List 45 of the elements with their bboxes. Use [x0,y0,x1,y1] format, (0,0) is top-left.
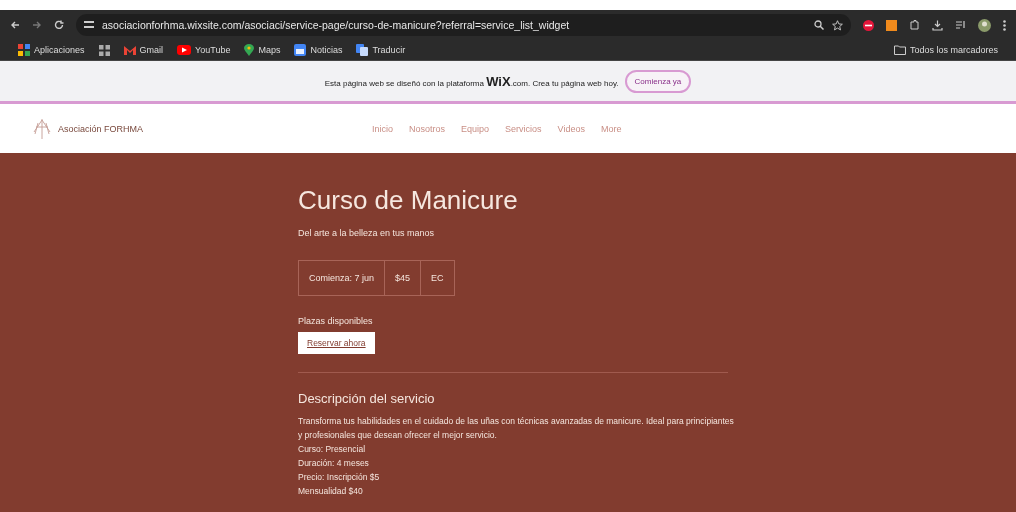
bookmark[interactable]: Gmail [123,45,164,55]
menu-icon[interactable] [1003,19,1006,31]
section-heading: Descripción del servicio [298,391,436,406]
service-title: Curso de Manicure [298,184,519,216]
grid-icon[interactable] [98,44,110,56]
extension-icon[interactable] [886,19,897,31]
bookmark[interactable]: Noticias [294,44,343,56]
tagline: Del arte a la belleza en tus manos [298,228,436,238]
bookmark[interactable]: Maps [244,44,281,56]
book-button[interactable]: Reservar ahora [298,332,375,354]
media-icon[interactable] [955,19,966,31]
zoom-icon[interactable] [814,20,824,30]
download-icon[interactable] [932,19,943,31]
bookmark[interactable]: Aplicaciones [18,44,85,56]
bookmark[interactable]: Traducir [356,44,406,56]
logo-icon [32,117,52,140]
avatar-icon[interactable] [978,18,991,32]
description-text: Transforma tus habilidades en el cuidado de las uñas con técnicas avanzadas de manicure. Ideal para principiantes y profesionales que desean ofrecer el mejor servicio. [298,415,735,442]
availability-text: Plazas disponibles [298,316,374,326]
apps-icon [18,44,30,56]
translate-icon [356,44,369,56]
site-settings-icon[interactable] [84,20,94,30]
map-pin-icon [244,44,255,56]
star-icon[interactable] [832,19,843,31]
reload-icon[interactable] [54,20,64,30]
play-icon [177,45,192,55]
description-text: Curso: Presencial [298,443,367,456]
detail-cell: $45 [385,261,422,295]
address-bar[interactable]: asociacionforhma.wixsite.com/asociaci/service-page/curso-de-manicure?referral=service_list_widget [76,14,851,36]
start-button[interactable]: Comienza ya [624,69,692,93]
mail-icon [123,45,136,55]
forward-icon[interactable] [32,20,42,30]
back-icon[interactable] [10,20,20,30]
detail-cell: Comienza: 7 jun [299,261,386,295]
description-text: Mensualidad $40 [298,485,364,498]
bookmark[interactable]: YouTube [177,45,231,55]
banner-text: Esta página web se diseñó con la plataforma WiX.com. Crea tu página web hoy. [324,73,619,89]
detail-cell-text: EC [430,272,445,285]
folder-icon [893,45,906,55]
extension-icon[interactable] [863,19,874,31]
site-logo-text[interactable]: Asociación FORHMA [58,123,144,134]
all-bookmarks[interactable]: Todos los marcadores [893,45,998,55]
news-icon [294,44,307,56]
description-text: Duración: 4 meses [298,457,370,470]
description-text: Precio: Inscripción $5 [298,471,381,484]
